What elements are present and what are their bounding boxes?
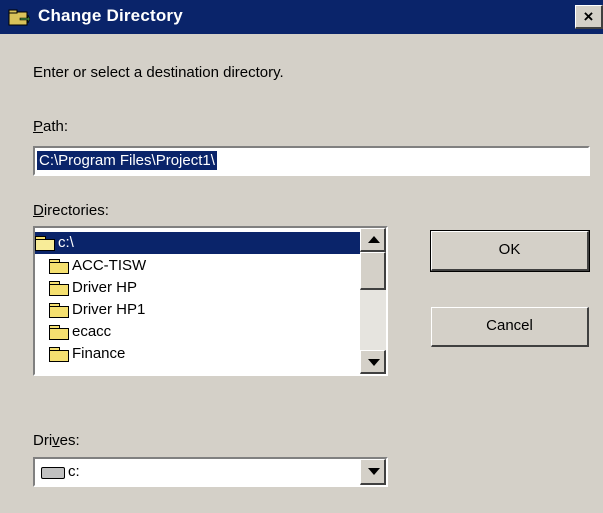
directories-scrollbar[interactable] [360, 228, 386, 374]
list-item[interactable]: Driver HP1 [49, 299, 145, 321]
close-button[interactable]: × [575, 5, 603, 29]
drives-label: Drives: [33, 432, 80, 449]
title-bar: Change Directory × [0, 0, 603, 34]
chevron-down-icon [368, 468, 380, 475]
list-item-root[interactable]: c:\ [35, 232, 360, 254]
instruction-text: Enter or select a destination directory. [33, 64, 284, 81]
folder-icon [49, 280, 69, 296]
list-item[interactable]: Finance [49, 343, 125, 365]
path-input[interactable]: C:\Program Files\Project1\ [33, 146, 590, 176]
close-icon: × [583, 7, 594, 26]
window-title: Change Directory [38, 6, 183, 25]
dropdown-button[interactable] [360, 459, 386, 485]
ok-button[interactable]: OK [430, 230, 590, 272]
path-value: C:\Program Files\Project1\ [37, 151, 217, 170]
folder-move-icon [8, 9, 30, 26]
directories-label: Directories: [33, 202, 109, 219]
folder-icon [49, 346, 69, 362]
scroll-thumb[interactable] [360, 252, 386, 290]
list-item[interactable]: Driver HP [49, 277, 137, 299]
scroll-up-button[interactable] [360, 228, 386, 252]
list-item[interactable]: ecacc [49, 321, 111, 343]
scroll-down-button[interactable] [360, 350, 386, 374]
directories-list[interactable]: c:\ ACC-TISW Driver HP Driver HP1 ecacc … [33, 226, 388, 376]
folder-icon [49, 258, 69, 274]
folder-icon [49, 302, 69, 318]
drives-dropdown[interactable]: c: [33, 457, 388, 487]
drive-selected-value: c: [68, 463, 80, 480]
drive-icon [41, 467, 65, 479]
arrow-up-icon [368, 236, 380, 243]
change-directory-dialog: Change Directory × Enter or select a des… [0, 0, 603, 513]
list-item[interactable]: ACC-TISW [49, 255, 146, 277]
cancel-button[interactable]: Cancel [431, 307, 589, 347]
arrow-down-icon [368, 359, 380, 366]
path-label: Path: [33, 118, 69, 135]
open-folder-icon [35, 235, 55, 251]
folder-icon [49, 324, 69, 340]
